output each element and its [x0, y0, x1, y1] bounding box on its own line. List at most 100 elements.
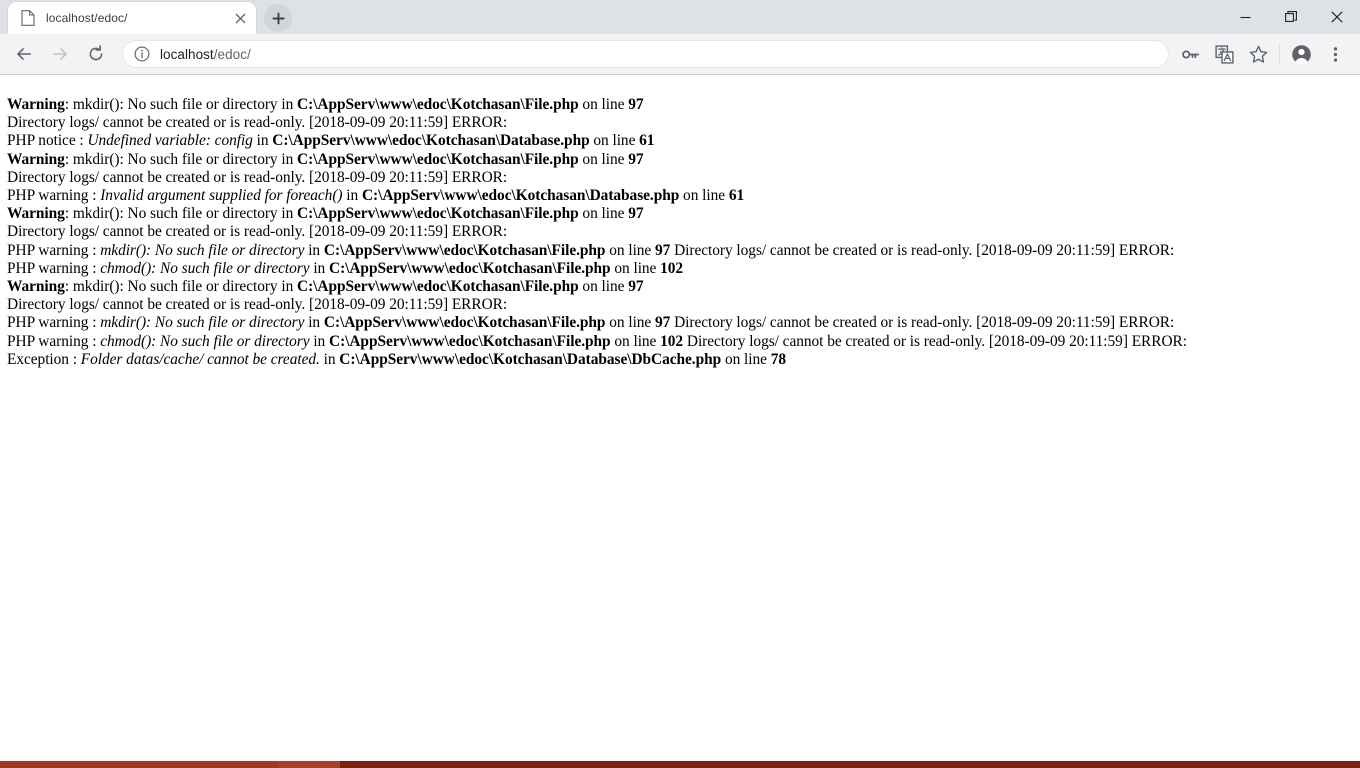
error-text: on line: [605, 314, 656, 332]
error-message: mkdir(): No such file or directory: [100, 314, 305, 332]
error-text: PHP notice :: [7, 132, 88, 150]
error-text: Directory logs/ cannot be created or is …: [7, 296, 508, 314]
error-emphasis: Warning: [7, 150, 65, 168]
error-text: in: [304, 314, 324, 332]
error-text: Directory logs/ cannot be created or is …: [7, 168, 508, 186]
error-emphasis: C:\AppServ\www\edoc\Kotchasan\File.php: [323, 241, 606, 259]
error-text: in: [252, 132, 273, 150]
error-emphasis: 97: [655, 241, 671, 259]
error-message: chmod(): No such file or directory: [100, 332, 310, 350]
error-line: Warning: mkdir(): No such file or direct…: [7, 205, 1360, 223]
address-bar[interactable]: localhost/edoc/: [122, 40, 1169, 68]
address-bar-url: localhost/edoc/: [160, 47, 251, 62]
error-emphasis: C:\AppServ\www\edoc\Kotchasan\File.php: [297, 278, 579, 296]
error-text: on line: [679, 187, 729, 205]
bookmark-star-icon[interactable]: [1243, 39, 1273, 69]
error-emphasis: 97: [628, 96, 644, 113]
error-text: Directory logs/ cannot be created or is …: [683, 332, 1187, 350]
error-text: PHP warning :: [7, 259, 101, 277]
bottom-accent-segment-left: [0, 761, 278, 768]
error-emphasis: C:\AppServ\www\edoc\Kotchasan\Database.p…: [361, 187, 680, 205]
error-emphasis: C:\AppServ\www\edoc\Kotchasan\Database.p…: [272, 132, 590, 150]
bottom-accent-segment-right: [340, 761, 1360, 768]
error-text: in: [319, 350, 340, 368]
error-line: PHP warning : Invalid argument supplied …: [7, 187, 1360, 205]
error-text: in: [309, 259, 329, 277]
error-emphasis: Warning: [7, 205, 65, 223]
error-line: Directory logs/ cannot be created or is …: [7, 114, 1360, 132]
error-emphasis: Warning: [7, 96, 65, 113]
error-line: PHP warning : mkdir(): No such file or d…: [7, 314, 1360, 332]
error-text: PHP warning :: [7, 187, 101, 205]
error-text: on line: [610, 259, 661, 277]
browser-toolbar: localhost/edoc/: [0, 34, 1360, 75]
error-emphasis: C:\AppServ\www\edoc\Kotchasan\File.php: [297, 96, 579, 113]
error-emphasis: 97: [628, 205, 644, 223]
error-text: on line: [610, 332, 661, 350]
error-emphasis: C:\AppServ\www\edoc\Kotchasan\File.php: [329, 259, 611, 277]
error-line: Directory logs/ cannot be created or is …: [7, 223, 1360, 241]
new-tab-button[interactable]: [264, 4, 292, 32]
error-emphasis: C:\AppServ\www\edoc\Kotchasan\File.php: [297, 150, 579, 168]
error-text: PHP warning :: [7, 241, 101, 259]
error-text: : mkdir(): No such file or directory in: [64, 278, 298, 296]
error-emphasis: 97: [655, 314, 671, 332]
error-text: : mkdir(): No such file or directory in: [64, 96, 298, 113]
page-icon: [20, 10, 36, 26]
back-button[interactable]: [9, 39, 39, 69]
error-message: Folder datas/cache/ cannot be created.: [80, 350, 320, 368]
error-emphasis: 97: [628, 150, 644, 168]
url-path: /edoc/: [213, 46, 251, 62]
error-message: Undefined variable: config: [87, 132, 253, 150]
error-text: in: [309, 332, 329, 350]
tab-strip: localhost/edoc/: [0, 0, 1360, 34]
error-emphasis: C:\AppServ\www\edoc\Kotchasan\File.php: [323, 314, 606, 332]
error-emphasis: 61: [639, 132, 655, 150]
tab-title: localhost/edoc/: [46, 11, 128, 25]
browser-tab-localhost-edoc[interactable]: localhost/edoc/: [8, 2, 256, 34]
error-message: chmod(): No such file or directory: [100, 259, 310, 277]
error-line: Warning: mkdir(): No such file or direct…: [7, 96, 1360, 114]
error-text: on line: [721, 350, 771, 368]
error-line: Exception : Folder datas/cache/ cannot b…: [7, 351, 1360, 369]
error-text: in: [342, 187, 362, 205]
page-viewport: Warning: mkdir(): No such file or direct…: [0, 75, 1360, 768]
error-text: on line: [578, 150, 629, 168]
tab-close-icon[interactable]: [230, 8, 250, 28]
profile-avatar-icon[interactable]: [1286, 39, 1316, 69]
error-text: on line: [605, 241, 656, 259]
close-icon[interactable]: [1314, 0, 1360, 34]
error-text: : mkdir(): No such file or directory in: [64, 205, 298, 223]
error-emphasis: C:\AppServ\www\edoc\Kotchasan\File.php: [297, 205, 579, 223]
reload-button[interactable]: [81, 39, 111, 69]
restore-icon[interactable]: [1268, 0, 1314, 34]
error-message: mkdir(): No such file or directory: [100, 241, 305, 259]
error-text: in: [304, 241, 324, 259]
browser-window: localhost/edoc/ localhost/edoc/ Warning:…: [0, 0, 1360, 768]
url-host: localhost: [160, 46, 214, 62]
more-menu-icon[interactable]: [1320, 39, 1350, 69]
info-circle-icon[interactable]: [133, 45, 151, 63]
error-text: Directory logs/ cannot be created or is …: [7, 223, 508, 241]
error-text: : mkdir(): No such file or directory in: [64, 150, 298, 168]
error-line: PHP warning : chmod(): No such file or d…: [7, 333, 1360, 351]
error-text: Exception :: [7, 350, 81, 368]
error-message: Invalid argument supplied for foreach(): [100, 187, 343, 205]
forward-button[interactable]: [45, 39, 75, 69]
error-line: PHP warning : mkdir(): No such file or d…: [7, 242, 1360, 260]
error-line: PHP notice : Undefined variable: config …: [7, 132, 1360, 150]
bottom-accent-bar: [0, 761, 1360, 768]
error-text: Directory logs/ cannot be created or is …: [670, 314, 1175, 332]
error-line: Warning: mkdir(): No such file or direct…: [7, 278, 1360, 296]
error-text: Directory logs/ cannot be created or is …: [7, 114, 508, 132]
error-line: PHP warning : chmod(): No such file or d…: [7, 260, 1360, 278]
error-text: on line: [578, 278, 629, 296]
minimize-icon[interactable]: [1222, 0, 1268, 34]
error-emphasis: C:\AppServ\www\edoc\Kotchasan\Database\D…: [339, 350, 722, 368]
error-emphasis: 102: [660, 259, 684, 277]
password-key-icon[interactable]: [1175, 39, 1205, 69]
error-emphasis: 102: [660, 332, 684, 350]
error-text: PHP warning :: [7, 314, 101, 332]
error-line: Warning: mkdir(): No such file or direct…: [7, 151, 1360, 169]
translate-icon[interactable]: [1209, 39, 1239, 69]
